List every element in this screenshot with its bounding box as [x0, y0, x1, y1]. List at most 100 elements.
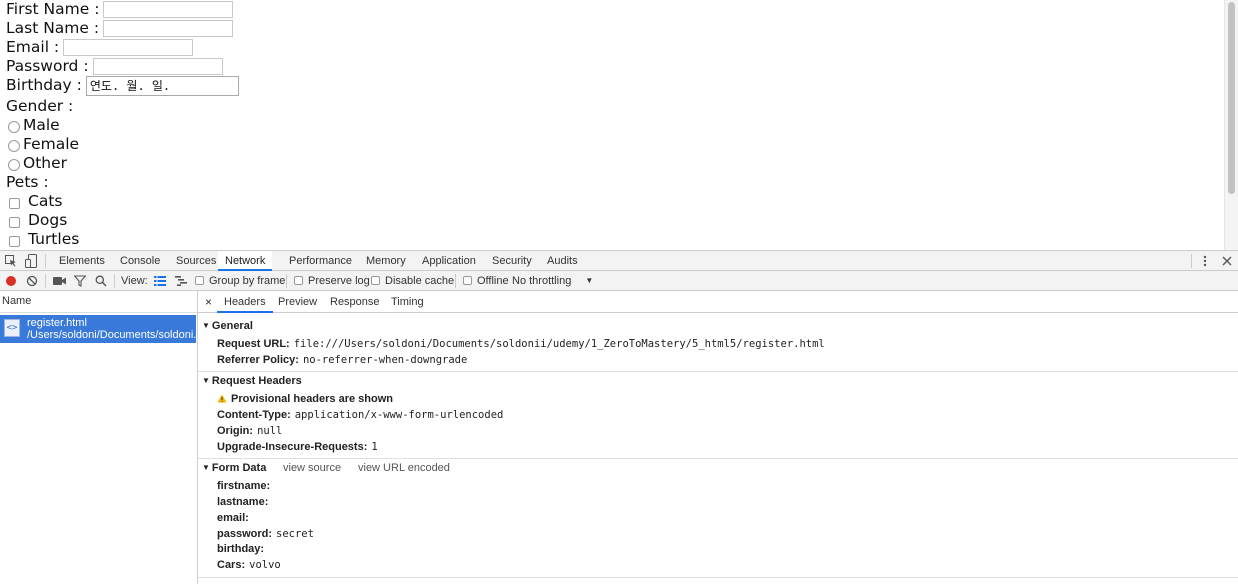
- section-divider: [198, 458, 1238, 459]
- form-field-row: email:: [217, 510, 253, 526]
- form-field-key: email:: [217, 512, 249, 524]
- birthday-label: Birthday :: [6, 76, 82, 94]
- form-field-key: birthday:: [217, 543, 265, 555]
- radio-female[interactable]: [8, 139, 20, 152]
- tab-application[interactable]: Application: [422, 251, 476, 271]
- close-devtools-icon[interactable]: [1222, 256, 1232, 269]
- first-name-input[interactable]: [103, 1, 234, 18]
- form-data-title: Form Data: [211, 462, 267, 474]
- toolbar-separator-4: [455, 274, 456, 288]
- disable-cache-checkbox[interactable]: [371, 275, 380, 285]
- radio-other[interactable]: [8, 158, 20, 171]
- device-toolbar-icon[interactable]: [25, 254, 37, 271]
- tab-elements[interactable]: Elements: [59, 251, 105, 271]
- offline-checkbox[interactable]: [463, 275, 472, 285]
- warning-icon: [217, 394, 227, 403]
- gender-label: Gender :: [6, 97, 74, 115]
- toolbar-separator-2: [114, 274, 115, 288]
- page-content: First Name : Last Name : Email : Passwor…: [0, 0, 1238, 250]
- section-divider: [198, 371, 1238, 372]
- origin-value: null: [257, 425, 283, 437]
- email-input[interactable]: [63, 39, 194, 56]
- birthday-date-input[interactable]: 연도. 월. 일.: [85, 76, 239, 96]
- triangle-down-icon: ▼: [202, 376, 210, 385]
- tab-sources[interactable]: Sources: [176, 251, 216, 271]
- general-section-header[interactable]: ▼ General: [202, 318, 253, 334]
- first-name-row: First Name :: [6, 0, 234, 19]
- gender-label-female: Female: [23, 135, 80, 153]
- gender-option-female[interactable]: Female: [6, 135, 79, 154]
- upgrade-insecure-value: 1: [371, 441, 378, 453]
- request-name: register.html: [27, 317, 87, 329]
- pet-option-cats[interactable]: Cats: [6, 192, 62, 211]
- page-scrollbar[interactable]: [1224, 0, 1238, 250]
- form-data-section-header[interactable]: ▼ Form Data: [202, 460, 266, 476]
- view-source-link[interactable]: view source: [283, 460, 341, 476]
- tab-headers[interactable]: Headers: [217, 291, 273, 313]
- origin-row: Origin: null: [217, 423, 282, 439]
- tab-response[interactable]: Response: [330, 291, 380, 313]
- pet-option-dogs[interactable]: Dogs: [6, 211, 67, 230]
- record-icon[interactable]: [5, 275, 17, 290]
- checkbox-turtles[interactable]: [9, 236, 20, 247]
- form-field-row: password: secret: [217, 526, 314, 542]
- request-headers-title: Request Headers: [211, 375, 302, 387]
- upgrade-insecure-key: Upgrade-Insecure-Requests:: [217, 441, 368, 453]
- request-detail-panel: × Headers Preview Response Timing ▼ Gener…: [198, 291, 1238, 584]
- checkbox-dogs[interactable]: [9, 217, 20, 228]
- tab-timing[interactable]: Timing: [391, 291, 424, 313]
- form-field-row: Cars: volvo: [217, 557, 281, 573]
- inspect-element-icon[interactable]: [5, 255, 17, 270]
- waterfall-overview-icon[interactable]: [175, 276, 187, 289]
- network-toolbar: View: Group by frame Preserve log Disabl…: [0, 271, 1238, 291]
- last-name-input[interactable]: [103, 20, 234, 37]
- tab-network[interactable]: Network: [218, 251, 273, 271]
- tab-memory[interactable]: Memory: [366, 251, 406, 271]
- preserve-log-option[interactable]: Preserve log: [294, 271, 370, 291]
- clear-icon[interactable]: [26, 275, 38, 290]
- disable-cache-option[interactable]: Disable cache: [371, 271, 454, 291]
- capture-screenshots-icon[interactable]: [53, 276, 66, 289]
- preserve-log-checkbox[interactable]: [294, 275, 303, 285]
- checkbox-cats[interactable]: [9, 198, 20, 209]
- large-request-rows-icon[interactable]: [154, 276, 166, 289]
- referrer-policy-key: Referrer Policy:: [217, 354, 299, 366]
- pet-label-cats: Cats: [28, 192, 63, 210]
- view-url-encoded-link[interactable]: view URL encoded: [358, 460, 450, 476]
- pet-option-turtles[interactable]: Turtles: [6, 230, 79, 249]
- group-by-frame-checkbox[interactable]: [195, 275, 204, 285]
- birthday-row: Birthday : 연도. 월. 일.: [6, 76, 239, 96]
- gender-label-male: Male: [23, 116, 60, 134]
- name-column-header[interactable]: Name: [0, 291, 197, 313]
- form-field-value: secret: [276, 528, 314, 540]
- tab-security[interactable]: Security: [492, 251, 532, 271]
- more-options-icon[interactable]: [1203, 255, 1207, 270]
- chevron-down-icon: ▼: [585, 276, 594, 285]
- tab-audits[interactable]: Audits: [547, 251, 578, 271]
- last-name-label: Last Name :: [6, 19, 100, 37]
- tab-console[interactable]: Console: [120, 251, 160, 271]
- pet-label-turtles: Turtles: [28, 230, 80, 248]
- group-by-frame-option[interactable]: Group by frame: [195, 271, 285, 291]
- request-path: /Users/soldoni/Documents/soldoni...: [27, 329, 196, 341]
- request-headers-section-header[interactable]: ▼ Request Headers: [202, 373, 302, 389]
- detail-tab-bar: × Headers Preview Response Timing: [198, 291, 1238, 313]
- gender-option-male[interactable]: Male: [6, 116, 60, 135]
- throttling-select[interactable]: No throttling ▼: [512, 271, 593, 291]
- tab-preview[interactable]: Preview: [278, 291, 317, 313]
- close-detail-icon[interactable]: ×: [205, 291, 212, 313]
- offline-option[interactable]: Offline: [463, 271, 509, 291]
- page-scrollbar-thumb[interactable]: [1228, 2, 1235, 194]
- toolbar-separator: [45, 274, 46, 288]
- search-icon[interactable]: [95, 275, 107, 290]
- gender-option-other[interactable]: Other: [6, 154, 67, 173]
- radio-male[interactable]: [8, 120, 20, 133]
- form-field-key: Cars:: [217, 559, 246, 571]
- request-row[interactable]: <> register.html /Users/soldoni/Document…: [0, 315, 196, 343]
- tab-performance[interactable]: Performance: [289, 251, 352, 271]
- password-input[interactable]: [92, 58, 223, 75]
- filter-icon[interactable]: [73, 275, 87, 290]
- triangle-down-icon: ▼: [202, 463, 210, 472]
- upgrade-insecure-row: Upgrade-Insecure-Requests: 1: [217, 439, 378, 455]
- group-by-frame-label: Group by frame: [209, 275, 286, 287]
